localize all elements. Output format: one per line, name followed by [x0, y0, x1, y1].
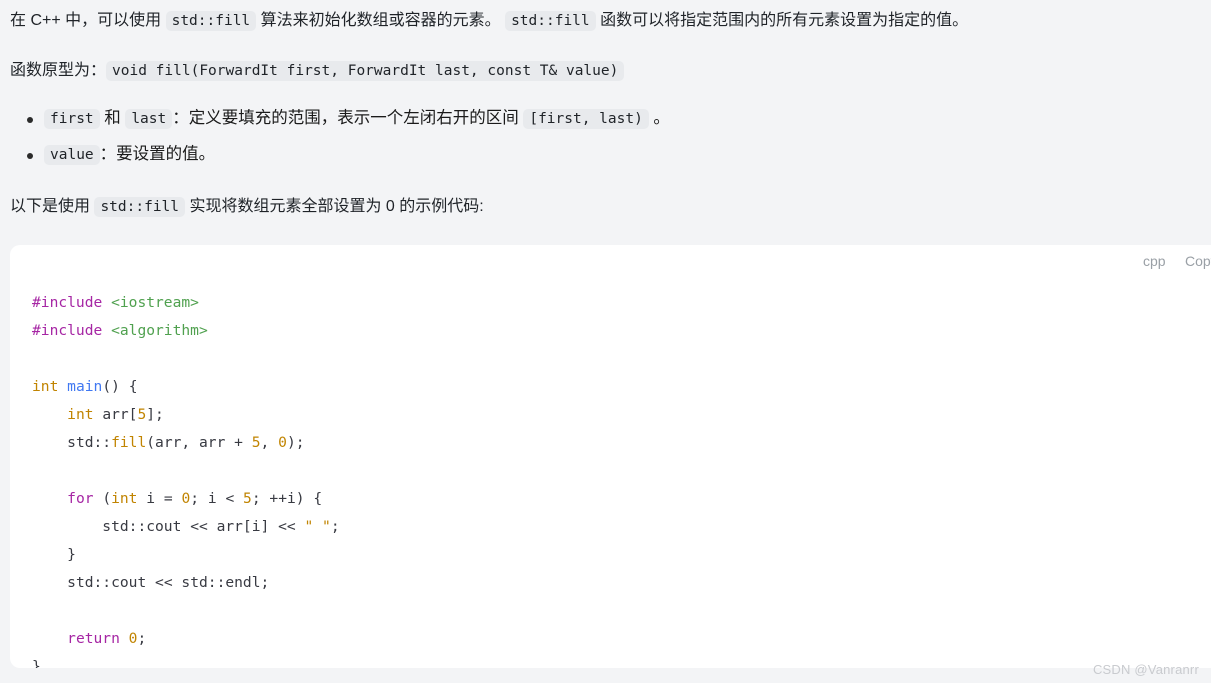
inline-code-range: [first, last) [523, 109, 649, 129]
example-lead-text-1: 以下是使用 [10, 198, 95, 215]
inline-code-std-fill-3: std::fill [94, 197, 186, 217]
example-lead-text-2: 实现将数组元素全部设置为 0 的示例代码: [185, 198, 484, 215]
bullet-text-2: 。 [648, 109, 670, 127]
inline-code-std-fill-2: std::fill [505, 11, 596, 31]
inline-code-std-fill-1: std::fill [165, 11, 257, 31]
bullet-icon [27, 117, 33, 123]
code-block: cpp Copy #include <iostream> #include <a… [10, 245, 1211, 668]
bullet-mid-text: 和 [99, 109, 126, 127]
example-lead-paragraph: 以下是使用 std::fill 实现将数组元素全部设置为 0 的示例代码: [10, 192, 484, 217]
intro-text-3: 函数可以将指定范围内的所有元素设置为指定的值。 [595, 12, 969, 29]
prototype-paragraph: 函数原型为： void fill(ForwardIt first, Forward… [10, 56, 625, 81]
code-block-header: cpp Copy [10, 245, 1211, 275]
prototype-label: 函数原型为： [10, 62, 107, 79]
csdn-watermark: CSDN @Vanranrr [1092, 662, 1199, 677]
intro-text-1: 在 C++ 中，可以使用 [10, 12, 166, 29]
intro-paragraph: 在 C++ 中，可以使用 std::fill 算法来初始化数组或容器的元素。 s… [10, 6, 969, 31]
inline-code-last: last [125, 109, 173, 129]
article-page: 在 C++ 中，可以使用 std::fill 算法来初始化数组或容器的元素。 s… [0, 0, 1211, 683]
inline-code-first: first [44, 109, 100, 129]
parameter-list: first 和 last ：定义要填充的范围，表示一个左闭右开的区间 [first… [10, 106, 670, 177]
list-item: value ：要设置的值。 [10, 142, 670, 168]
inline-code-value: value [44, 144, 100, 165]
inline-code-fill-prototype: void fill(ForwardIt first, ForwardIt las… [106, 61, 625, 81]
bullet-text-1: ：定义要填充的范围，表示一个左闭右开的区间 [172, 109, 524, 127]
copy-code-button[interactable]: Copy [1185, 253, 1211, 269]
bullet-icon [27, 152, 33, 159]
intro-text-2: 算法来初始化数组或容器的元素。 [256, 12, 506, 29]
bullet-text-1: ：要设置的值。 [99, 144, 216, 163]
code-language-label: cpp [1143, 253, 1166, 269]
list-item: first 和 last ：定义要填充的范围，表示一个左闭右开的区间 [first… [10, 106, 670, 132]
code-content[interactable]: #include <iostream> #include <algorithm>… [10, 275, 1211, 668]
